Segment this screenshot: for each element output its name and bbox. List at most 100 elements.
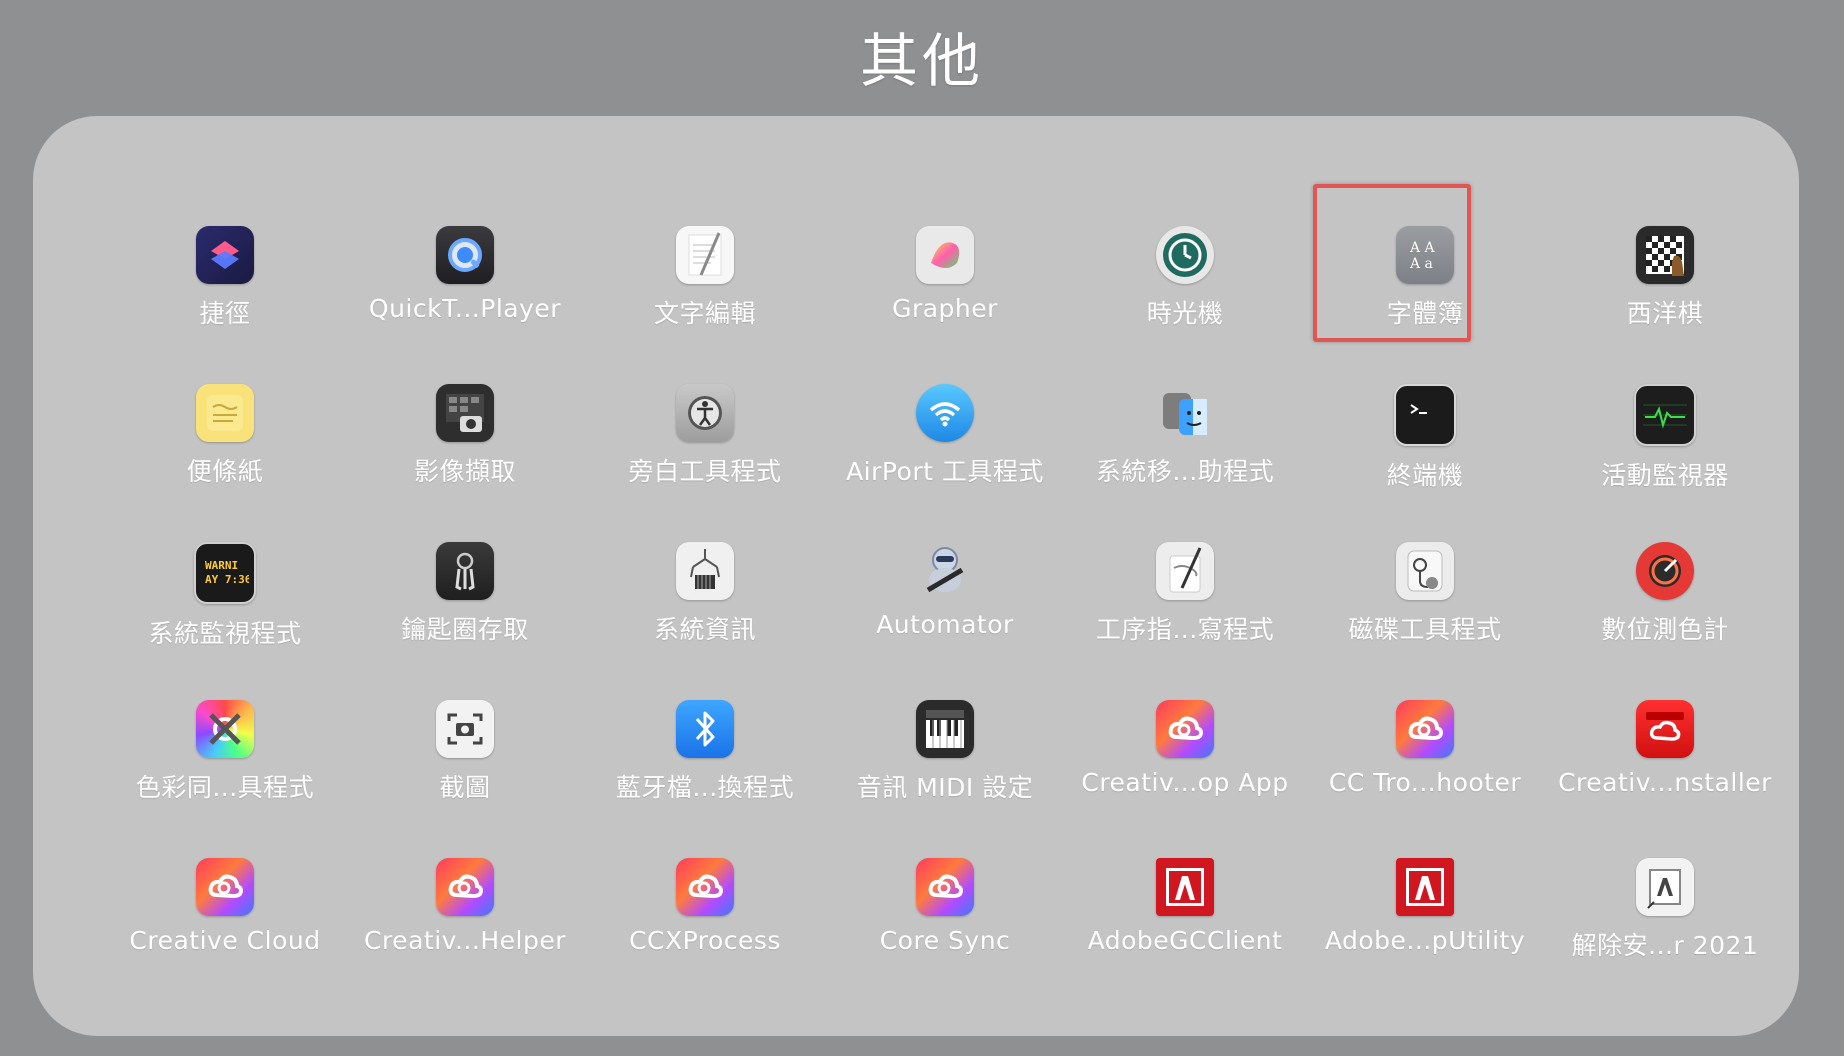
app-image-capture[interactable]: 影像擷取 <box>345 384 585 542</box>
app-shortcuts[interactable]: 捷徑 <box>105 226 345 384</box>
app-adobe-gc-client[interactable]: AdobeGCClient <box>1065 858 1305 1016</box>
app-label: 音訊 MIDI 設定 <box>856 773 1034 802</box>
svg-text:AY 7:36: AY 7:36 <box>205 573 249 586</box>
script-editor-icon <box>1156 542 1214 600</box>
app-digital-color-meter[interactable]: 數位測色計 <box>1545 542 1785 700</box>
app-label: 終端機 <box>1386 461 1464 490</box>
app-label: 便條紙 <box>186 457 264 486</box>
app-label: 影像擷取 <box>413 457 516 486</box>
app-label: 數位測色計 <box>1601 615 1729 644</box>
app-label: AdobeGCClient <box>1087 926 1283 955</box>
app-quicktime-player[interactable]: QuickT...Player <box>345 226 585 384</box>
audio-midi-setup-icon <box>916 700 974 758</box>
app-label: 鑰匙圈存取 <box>401 615 529 644</box>
chess-icon <box>1636 226 1694 284</box>
app-grid: 捷徑 QuickT...Player 文字編輯 Grapher 時光機 A A … <box>105 226 1785 1026</box>
voiceover-utility-icon <box>676 384 734 442</box>
app-chess[interactable]: 西洋棋 <box>1545 226 1785 384</box>
app-label: Core Sync <box>879 926 1011 955</box>
image-capture-icon <box>436 384 494 442</box>
app-adobe-utility[interactable]: Adobe...pUtility <box>1305 858 1545 1016</box>
app-airport-utility[interactable]: AirPort 工具程式 <box>825 384 1065 542</box>
shortcuts-icon <box>196 226 254 284</box>
app-label: 時光機 <box>1146 299 1224 328</box>
app-system-information[interactable]: 系統資訊 <box>585 542 825 700</box>
app-time-machine[interactable]: 時光機 <box>1065 226 1305 384</box>
app-creative-cloud-desktop[interactable]: Creativ...op App <box>1065 700 1305 858</box>
core-sync-icon <box>916 858 974 916</box>
activity-monitor-icon <box>1634 384 1696 446</box>
console-icon: WARNI AY 7:36 <box>194 542 256 604</box>
keychain-access-icon <box>436 542 494 600</box>
app-label: CCXProcess <box>629 926 781 955</box>
app-label: 色彩同...具程式 <box>135 773 315 802</box>
app-label: 系統監視程式 <box>148 619 302 648</box>
app-label: 文字編輯 <box>653 299 756 328</box>
app-label: CC Tro...hooter <box>1328 768 1522 797</box>
app-cc-troubleshooter[interactable]: CC Tro...hooter <box>1305 700 1545 858</box>
digital-color-meter-icon <box>1636 542 1694 600</box>
app-font-book[interactable]: A AA a 字體簿 <box>1305 226 1545 384</box>
app-voiceover-utility[interactable]: 旁白工具程式 <box>585 384 825 542</box>
app-core-sync[interactable]: Core Sync <box>825 858 1065 1016</box>
app-label: Creative Cloud <box>129 926 321 955</box>
ccxprocess-icon <box>676 858 734 916</box>
adobe-gc-client-icon <box>1156 858 1214 916</box>
adobe-utility-icon <box>1396 858 1454 916</box>
app-label: Automator <box>876 610 1014 639</box>
app-console[interactable]: WARNI AY 7:36 系統監視程式 <box>105 542 345 700</box>
disk-utility-icon <box>1396 542 1454 600</box>
launchpad-folder-panel: 捷徑 QuickT...Player 文字編輯 Grapher 時光機 A A … <box>33 116 1799 1036</box>
textedit-icon <box>676 226 734 284</box>
app-creative-cloud-helper[interactable]: Creativ...Helper <box>345 858 585 1016</box>
creative-cloud-desktop-icon <box>1156 700 1214 758</box>
airport-utility-icon <box>916 384 974 442</box>
app-creative-cloud[interactable]: Creative Cloud <box>105 858 345 1016</box>
app-activity-monitor[interactable]: 活動監視器 <box>1545 384 1785 542</box>
cc-troubleshooter-icon <box>1396 700 1454 758</box>
app-script-editor[interactable]: 工序指...寫程式 <box>1065 542 1305 700</box>
app-automator[interactable]: Automator <box>825 542 1065 700</box>
bluetooth-file-exchange-icon <box>676 700 734 758</box>
app-terminal[interactable]: 終端機 <box>1305 384 1545 542</box>
app-label: 解除安...r 2021 <box>1571 931 1759 960</box>
app-label: 藍牙檔...換程式 <box>615 773 795 802</box>
app-textedit[interactable]: 文字編輯 <box>585 226 825 384</box>
font-book-icon: A AA a <box>1396 226 1454 284</box>
app-label: 活動監視器 <box>1601 461 1729 490</box>
migration-assistant-icon <box>1156 384 1214 442</box>
app-disk-utility[interactable]: 磁碟工具程式 <box>1305 542 1545 700</box>
app-label: 截圖 <box>439 773 491 802</box>
automator-icon <box>916 542 974 600</box>
app-stickies[interactable]: 便條紙 <box>105 384 345 542</box>
creative-cloud-icon <box>196 858 254 916</box>
creative-cloud-helper-icon <box>436 858 494 916</box>
app-migration-assistant[interactable]: 系統移...助程式 <box>1065 384 1305 542</box>
terminal-icon <box>1394 384 1456 446</box>
app-label: 工序指...寫程式 <box>1095 615 1275 644</box>
app-ccxprocess[interactable]: CCXProcess <box>585 858 825 1016</box>
app-label: Grapher <box>892 294 998 323</box>
app-label: QuickT...Player <box>368 294 562 323</box>
app-grapher[interactable]: Grapher <box>825 226 1065 384</box>
svg-text:A A: A A <box>1409 240 1436 256</box>
svg-text:A a: A a <box>1409 256 1433 272</box>
app-label: 捷徑 <box>199 299 251 328</box>
app-label: 旁白工具程式 <box>628 457 782 486</box>
app-adobe-uninstaller[interactable]: 解除安...r 2021 <box>1545 858 1785 1016</box>
time-machine-icon <box>1156 226 1214 284</box>
app-label: Adobe...pUtility <box>1324 926 1526 955</box>
app-label: 系統資訊 <box>653 615 756 644</box>
colorsync-utility-icon <box>196 700 254 758</box>
app-creative-cloud-installer[interactable]: Creativ...nstaller <box>1545 700 1785 858</box>
app-bluetooth-file-exchange[interactable]: 藍牙檔...換程式 <box>585 700 825 858</box>
app-label: Creativ...nstaller <box>1558 768 1772 797</box>
app-audio-midi-setup[interactable]: 音訊 MIDI 設定 <box>825 700 1065 858</box>
folder-title[interactable]: 其他 <box>0 14 1844 98</box>
app-label: 西洋棋 <box>1626 299 1704 328</box>
app-keychain-access[interactable]: 鑰匙圈存取 <box>345 542 585 700</box>
grapher-icon <box>916 226 974 284</box>
app-colorsync-utility[interactable]: 色彩同...具程式 <box>105 700 345 858</box>
system-information-icon <box>676 542 734 600</box>
app-screenshot[interactable]: 截圖 <box>345 700 585 858</box>
